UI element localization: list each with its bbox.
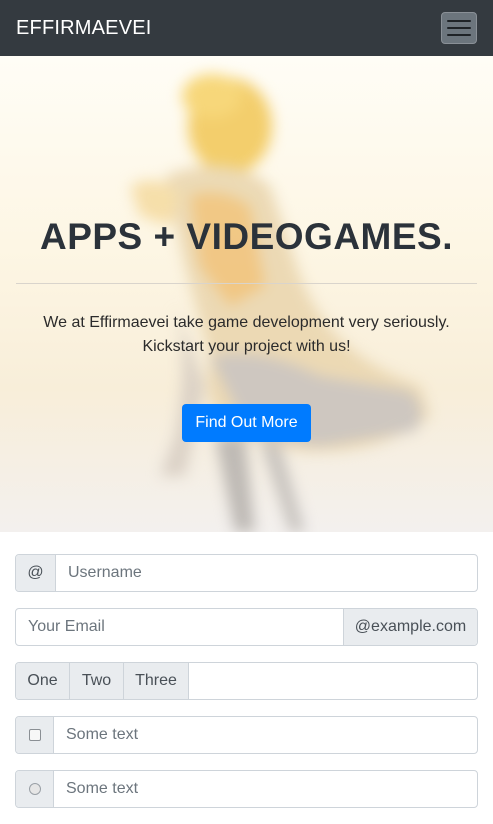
- radio-button[interactable]: [28, 783, 41, 795]
- hamburger-icon-bar: [447, 27, 471, 29]
- radio-input-group: Some text: [15, 770, 478, 808]
- navbar-toggle-button[interactable]: [441, 12, 477, 44]
- hero-description-line-1: We at Effirmaevei take game development …: [43, 314, 450, 331]
- checkbox-addon: [16, 717, 54, 753]
- at-prefix-addon: @: [16, 555, 56, 591]
- find-out-more-button[interactable]: Find Out More: [182, 404, 311, 442]
- addon-two: Two: [70, 663, 124, 699]
- hero-section: APPS + VIDEOGAMES. We at Effirmaevei tak…: [0, 56, 493, 532]
- hamburger-icon: [447, 20, 471, 22]
- hero-background-image: [130, 74, 430, 532]
- checkbox-text-input[interactable]: Some text: [54, 717, 477, 753]
- email-domain-addon: @example.com: [343, 609, 477, 645]
- navbar: EFFIRMAEVEI: [0, 0, 493, 56]
- hero-description: We at Effirmaevei take game development …: [30, 311, 463, 359]
- checkbox[interactable]: [28, 729, 41, 741]
- addon-one: One: [16, 663, 70, 699]
- navbar-brand[interactable]: EFFIRMAEVEI: [16, 17, 152, 40]
- hero-title: APPS + VIDEOGAMES.: [39, 216, 454, 257]
- addon-three: Three: [124, 663, 189, 699]
- multi-addon-input[interactable]: [189, 663, 477, 699]
- hero-description-line-2: Kickstart your project with us!: [142, 338, 351, 355]
- checkbox-input-group: Some text: [15, 716, 478, 754]
- username-input-group: @ Username: [15, 554, 478, 592]
- radio-text-input[interactable]: Some text: [54, 771, 477, 807]
- email-input-group: Your Email @example.com: [15, 608, 478, 646]
- username-input[interactable]: Username: [56, 555, 477, 591]
- multi-addon-input-group: One Two Three: [15, 662, 478, 700]
- email-input[interactable]: Your Email: [16, 609, 343, 645]
- radio-addon: [16, 771, 54, 807]
- hamburger-icon-bar: [447, 34, 471, 36]
- hero-divider: [16, 283, 477, 284]
